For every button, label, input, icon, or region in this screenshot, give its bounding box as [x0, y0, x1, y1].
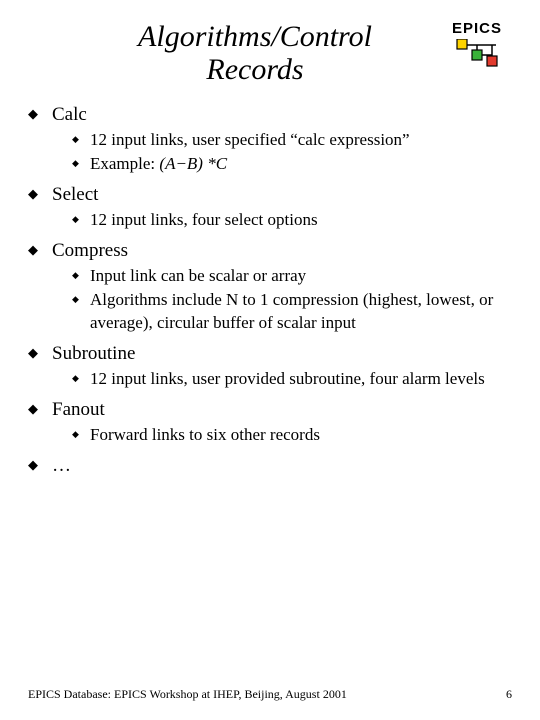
content: Calc 12 input links, user specified “cal…	[28, 104, 512, 477]
list-item: 12 input links, four select options	[72, 209, 512, 232]
section-heading: Compress	[52, 240, 128, 261]
list-item: 12 input links, user specified “calc exp…	[72, 129, 512, 152]
section-subroutine: Subroutine 12 input links, user provided…	[28, 343, 512, 391]
page-number: 6	[506, 687, 512, 702]
epics-logo-icon	[452, 39, 502, 69]
section-heading: …	[52, 455, 71, 476]
section-heading: Subroutine	[52, 343, 135, 364]
example-label: Example:	[90, 154, 159, 173]
example-expression: (A−B) *C	[159, 154, 227, 173]
footer: EPICS Database: EPICS Workshop at IHEP, …	[28, 687, 512, 702]
list-item: Forward links to six other records	[72, 424, 512, 447]
epics-logo: EPICS	[442, 20, 512, 69]
section-fanout: Fanout Forward links to six other record…	[28, 399, 512, 447]
slide: Algorithms/Control Records EPICS Calc 12	[0, 0, 540, 720]
title-line2: Records	[206, 53, 303, 86]
section-heading: Fanout	[52, 399, 105, 420]
header: Algorithms/Control Records EPICS	[28, 20, 512, 86]
slide-title: Algorithms/Control Records	[28, 20, 442, 86]
section-heading: Select	[52, 184, 98, 205]
section-compress: Compress Input link can be scalar or arr…	[28, 240, 512, 335]
section-more: …	[28, 455, 512, 477]
list-item: Example: (A−B) *C	[72, 153, 512, 176]
footer-text: EPICS Database: EPICS Workshop at IHEP, …	[28, 687, 347, 702]
list-item: Algorithms include N to 1 compression (h…	[72, 289, 512, 335]
section-calc: Calc 12 input links, user specified “cal…	[28, 104, 512, 176]
list-item: Input link can be scalar or array	[72, 265, 512, 288]
section-select: Select 12 input links, four select optio…	[28, 184, 512, 232]
section-heading: Calc	[52, 104, 87, 125]
logo-text: EPICS	[442, 20, 512, 37]
list-item: 12 input links, user provided subroutine…	[72, 368, 512, 391]
title-line1: Algorithms/Control	[138, 20, 372, 53]
